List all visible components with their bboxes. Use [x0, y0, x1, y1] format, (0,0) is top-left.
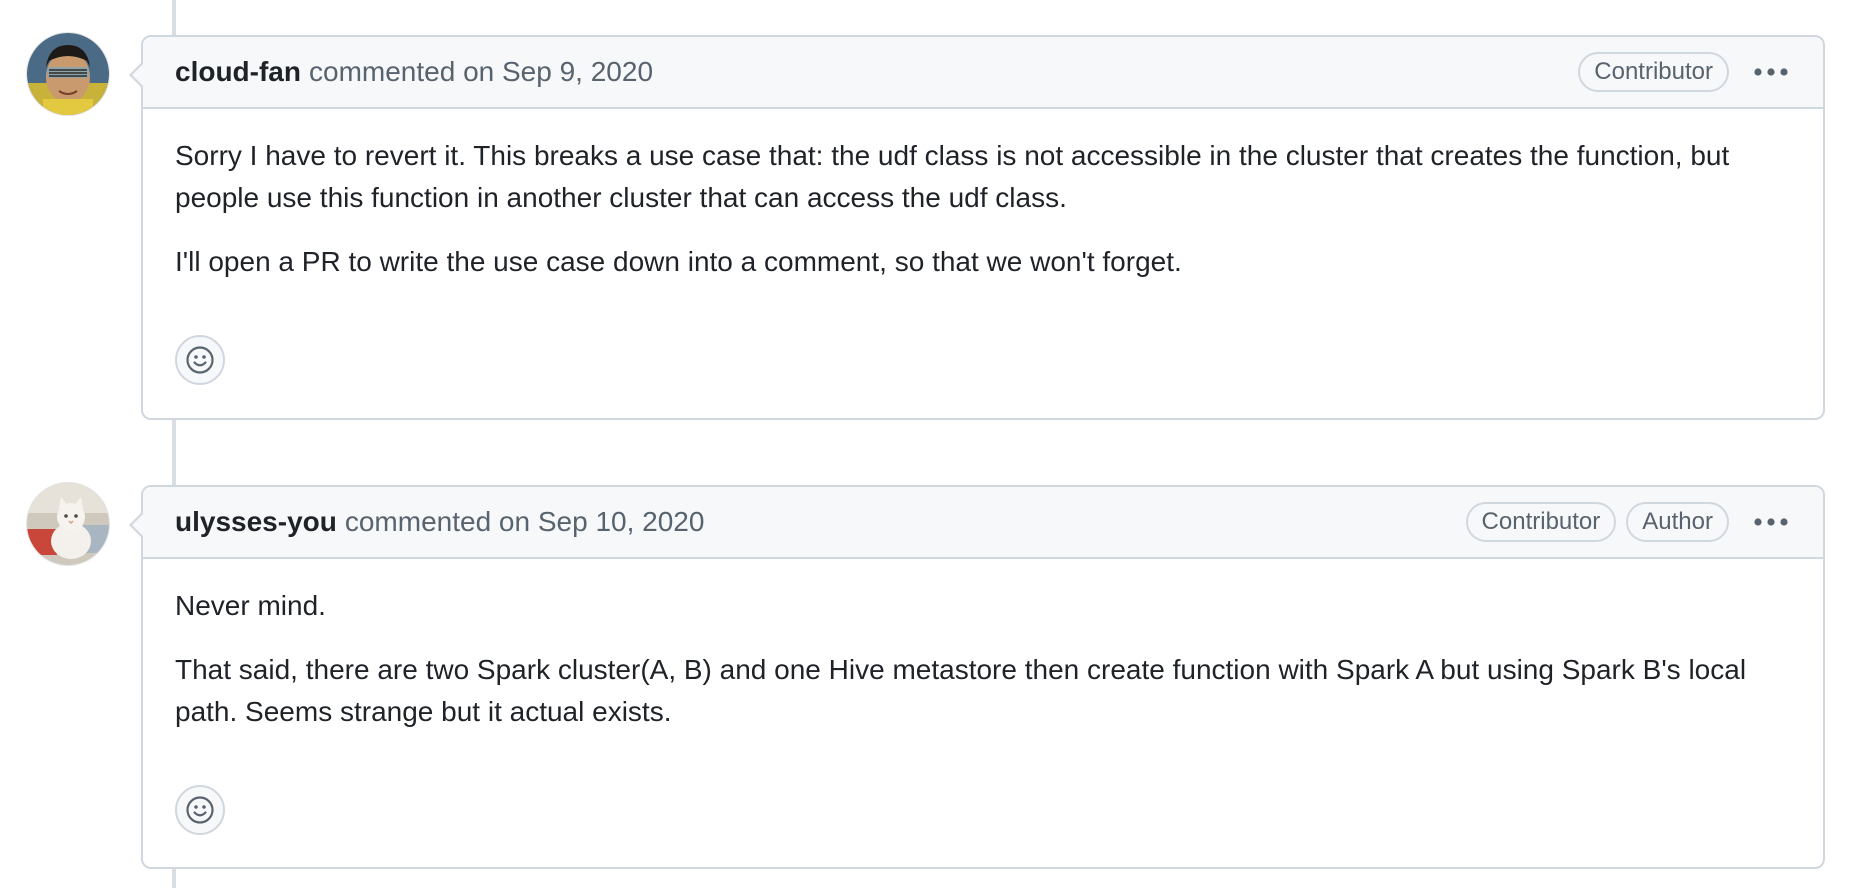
- user-avatar-cat-icon: [27, 483, 109, 565]
- kebab-horizontal-icon[interactable]: [1749, 54, 1793, 90]
- comment-author-link[interactable]: ulysses-you: [175, 506, 337, 538]
- kebab-horizontal-icon[interactable]: [1749, 504, 1793, 540]
- comment-paragraph: Sorry I have to revert it. This breaks a…: [175, 140, 1730, 213]
- comment-timestamp[interactable]: commented on Sep 10, 2020: [345, 506, 705, 538]
- comment-paragraph: I'll open a PR to write the use case dow…: [175, 246, 1182, 277]
- user-avatar-sunglasses-icon: [27, 33, 109, 115]
- comment-author-link[interactable]: cloud-fan: [175, 56, 301, 88]
- contributor-badge: Contributor: [1578, 52, 1729, 92]
- comment-body: Never mind. That said, there are two Spa…: [143, 559, 1823, 733]
- comment-header: ulysses-you commented on Sep 10, 2020 Co…: [143, 487, 1823, 559]
- smiley-icon: [186, 346, 214, 374]
- author-badge: Author: [1626, 502, 1729, 542]
- comment-timestamp[interactable]: commented on Sep 9, 2020: [309, 56, 653, 88]
- comment-box: ulysses-you commented on Sep 10, 2020 Co…: [129, 485, 1825, 869]
- contributor-badge: Contributor: [1465, 502, 1617, 542]
- comment-paragraph: Never mind.: [175, 590, 326, 621]
- smiley-icon: [186, 796, 214, 824]
- comment-body: Sorry I have to revert it. This breaks a…: [143, 109, 1823, 283]
- add-reaction-button[interactable]: [175, 785, 225, 835]
- comment-box: cloud-fan commented on Sep 9, 2020 Contr…: [129, 35, 1825, 420]
- avatar-cloud-fan[interactable]: [27, 33, 109, 115]
- comment-header: cloud-fan commented on Sep 9, 2020 Contr…: [143, 37, 1823, 109]
- comment-paragraph: That said, there are two Spark cluster(A…: [175, 654, 1747, 727]
- avatar-ulysses-you[interactable]: [27, 483, 109, 565]
- add-reaction-button[interactable]: [175, 335, 225, 385]
